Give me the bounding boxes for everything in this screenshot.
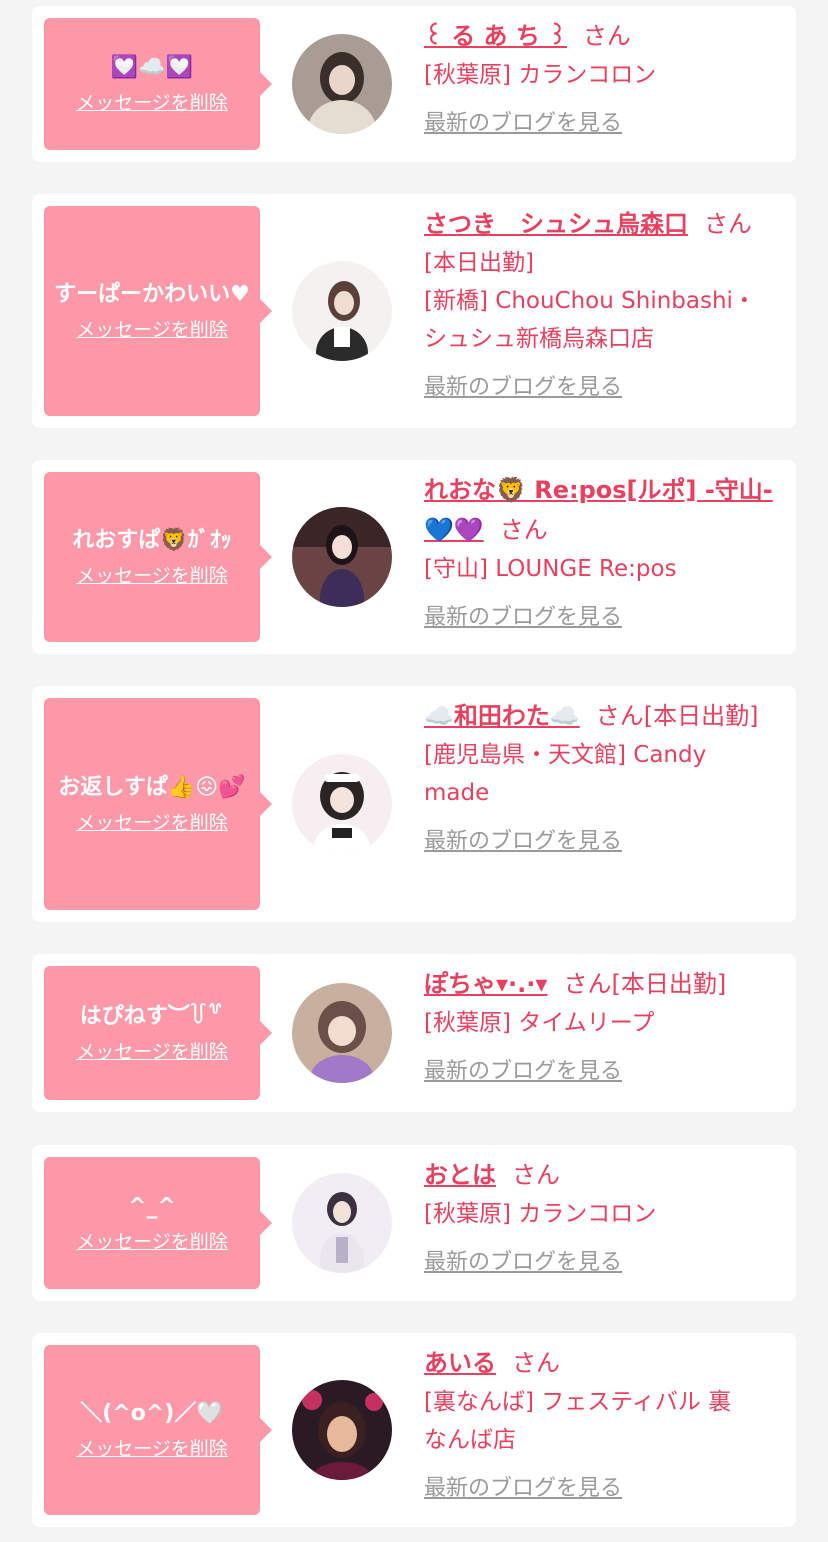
message-card: れおすぱ🦁ｶﾞｵｯ メッセージを削除 れおな🦁 Re:pos[ルポ] -守山-💙… bbox=[32, 460, 796, 654]
message-bubble: お返しすぱ👍😖💕 メッセージを削除 bbox=[44, 698, 272, 910]
avatar-image bbox=[292, 507, 392, 607]
name-line: れおな🦁 Re:pos[ルポ] -守山-💙💜 さん bbox=[424, 470, 786, 550]
latest-blog-link[interactable]: 最新のブログを見る bbox=[424, 370, 622, 406]
delete-message-link[interactable]: メッセージを削除 bbox=[76, 1229, 228, 1255]
work-status: [本日出勤] bbox=[643, 702, 759, 730]
shop-line: [新橋] ChouChou Shinbashi・ bbox=[424, 288, 756, 314]
cast-info: ꒰ る あ ち ꒱ さん [秋葉原] カランコロン 最新のブログを見る bbox=[424, 16, 786, 142]
honorific: さん bbox=[512, 1349, 560, 1377]
latest-blog-link[interactable]: 最新のブログを見る bbox=[424, 1054, 622, 1090]
work-status: [本日出勤] bbox=[424, 250, 534, 276]
cast-info: おとは さん [秋葉原] カランコロン 最新のブログを見る bbox=[424, 1155, 786, 1281]
delete-message-link[interactable]: メッセージを削除 bbox=[76, 810, 228, 836]
message-text: はぴねす︶꒦꒷ bbox=[79, 1004, 225, 1029]
latest-blog-link[interactable]: 最新のブログを見る bbox=[424, 600, 622, 636]
work-status: [本日出勤] bbox=[611, 970, 727, 998]
avatar[interactable] bbox=[292, 261, 392, 361]
cast-info: れおな🦁 Re:pos[ルポ] -守山-💙💜 さん [守山] LOUNGE Re:… bbox=[424, 470, 786, 636]
delete-message-link[interactable]: メッセージを削除 bbox=[76, 563, 228, 589]
message-bubble: ＼(^o^)／🤍 メッセージを削除 bbox=[44, 1345, 272, 1515]
delete-message-link[interactable]: メッセージを削除 bbox=[76, 1436, 228, 1462]
avatar-image bbox=[292, 261, 392, 361]
honorific: さん bbox=[512, 1161, 560, 1189]
delete-message-link[interactable]: メッセージを削除 bbox=[76, 90, 228, 116]
shop-line: [裏なんば] フェスティバル 裏 bbox=[424, 1389, 732, 1415]
shop-line: [秋葉原] カランコロン bbox=[424, 62, 657, 88]
shop-line: [鹿児島県・天文館] Candy bbox=[424, 742, 707, 768]
message-card: すーぱーかわいい♥ メッセージを削除 さつき シュシュ烏森口 さん [本日出勤] … bbox=[32, 194, 796, 428]
message-bubble: れおすぱ🦁ｶﾞｵｯ メッセージを削除 bbox=[44, 472, 272, 642]
honorific: さん bbox=[582, 22, 631, 50]
avatar-image bbox=[292, 983, 392, 1083]
cast-info: あいる さん [裏なんば] フェスティバル 裏 なんば店 最新のブログを見る bbox=[424, 1343, 786, 1507]
latest-blog-link[interactable]: 最新のブログを見る bbox=[424, 1245, 622, 1281]
cast-info: ぽちゃ▾·.·▾ さん[本日出勤] [秋葉原] タイムリープ 最新のブログを見る bbox=[424, 964, 786, 1090]
shop-line: [秋葉原] タイムリープ bbox=[424, 1010, 655, 1036]
message-text: ＼(^o^)／🤍 bbox=[80, 1401, 224, 1426]
honorific: さん bbox=[563, 970, 612, 998]
cast-name-link[interactable]: ꒰ る あ ち ꒱ bbox=[424, 22, 567, 50]
name-line: ☁️和田わた☁️ さん[本日出勤] bbox=[424, 696, 786, 736]
message-card: 💟☁️💟 メッセージを削除 ꒰ る あ ち ꒱ さん [秋葉原] カランコロン 最… bbox=[32, 6, 796, 162]
name-line: おとは さん bbox=[424, 1155, 786, 1195]
shop-line: made bbox=[424, 780, 490, 806]
message-card: お返しすぱ👍😖💕 メッセージを削除 ☁️和田わた☁️ さん[本日出勤] [鹿児島県… bbox=[32, 686, 796, 922]
avatar[interactable] bbox=[292, 983, 392, 1083]
delete-message-link[interactable]: メッセージを削除 bbox=[76, 1039, 228, 1065]
avatar[interactable] bbox=[292, 507, 392, 607]
avatar[interactable] bbox=[292, 1173, 392, 1273]
delete-message-link[interactable]: メッセージを削除 bbox=[76, 317, 228, 343]
cast-info: ☁️和田わた☁️ さん[本日出勤] [鹿児島県・天文館] Candy made 最… bbox=[424, 696, 786, 860]
shop-line: [守山] LOUNGE Re:pos bbox=[424, 556, 677, 582]
honorific: さん bbox=[499, 516, 548, 544]
message-text: れおすぱ🦁ｶﾞｵｯ bbox=[72, 528, 232, 553]
avatar-image bbox=[292, 1380, 392, 1480]
name-line: あいる さん bbox=[424, 1343, 786, 1383]
message-card: はぴねす︶꒦꒷ メッセージを削除 ぽちゃ▾·.·▾ さん[本日出勤] [秋葉原] … bbox=[32, 954, 796, 1112]
message-card: ＼(^o^)／🤍 メッセージを削除 あいる さん [裏なんば] フェスティバル 裏… bbox=[32, 1333, 796, 1527]
cast-name-link[interactable]: あいる bbox=[424, 1349, 496, 1377]
message-card: ^_^ メッセージを削除 おとは さん [秋葉原] カランコロン 最新のブログを見… bbox=[32, 1145, 796, 1301]
latest-blog-link[interactable]: 最新のブログを見る bbox=[424, 106, 622, 142]
cast-name-link[interactable]: ぽちゃ▾·.·▾ bbox=[424, 970, 547, 998]
cast-name-link[interactable]: ☁️和田わた☁️ bbox=[424, 702, 580, 730]
message-text: すーぱーかわいい♥ bbox=[54, 282, 250, 307]
avatar[interactable] bbox=[292, 754, 392, 854]
avatar-image bbox=[292, 34, 392, 134]
name-line: ぽちゃ▾·.·▾ さん[本日出勤] bbox=[424, 964, 786, 1004]
avatar-image bbox=[292, 1173, 392, 1273]
honorific: さん bbox=[704, 210, 752, 238]
avatar[interactable] bbox=[292, 34, 392, 134]
message-bubble: 💟☁️💟 メッセージを削除 bbox=[44, 18, 272, 150]
cast-name-link[interactable]: さつき シュシュ烏森口 bbox=[424, 210, 688, 238]
shop-line: [秋葉原] カランコロン bbox=[424, 1201, 657, 1227]
shop-line: なんば店 bbox=[424, 1427, 516, 1453]
shop-line: シュシュ新橋烏森口店 bbox=[424, 326, 654, 352]
message-bubble: ^_^ メッセージを削除 bbox=[44, 1157, 272, 1289]
latest-blog-link[interactable]: 最新のブログを見る bbox=[424, 1471, 622, 1507]
message-bubble: すーぱーかわいい♥ メッセージを削除 bbox=[44, 206, 272, 416]
message-text: 💟☁️💟 bbox=[110, 55, 194, 80]
message-text: お返しすぱ👍😖💕 bbox=[58, 775, 246, 800]
latest-blog-link[interactable]: 最新のブログを見る bbox=[424, 824, 622, 860]
message-text: ^_^ bbox=[128, 1194, 176, 1219]
avatar-image bbox=[292, 754, 392, 854]
name-line: ꒰ る あ ち ꒱ さん bbox=[424, 16, 786, 56]
honorific: さん bbox=[595, 702, 644, 730]
cast-name-link[interactable]: れおな🦁 Re:pos[ルポ] -守山-💙💜 bbox=[424, 476, 773, 544]
cast-info: さつき シュシュ烏森口 さん [本日出勤] [新橋] ChouChou Shinb… bbox=[424, 204, 786, 406]
avatar[interactable] bbox=[292, 1380, 392, 1480]
message-bubble: はぴねす︶꒦꒷ メッセージを削除 bbox=[44, 966, 272, 1100]
name-line: さつき シュシュ烏森口 さん bbox=[424, 204, 786, 244]
cast-name-link[interactable]: おとは bbox=[424, 1161, 496, 1189]
